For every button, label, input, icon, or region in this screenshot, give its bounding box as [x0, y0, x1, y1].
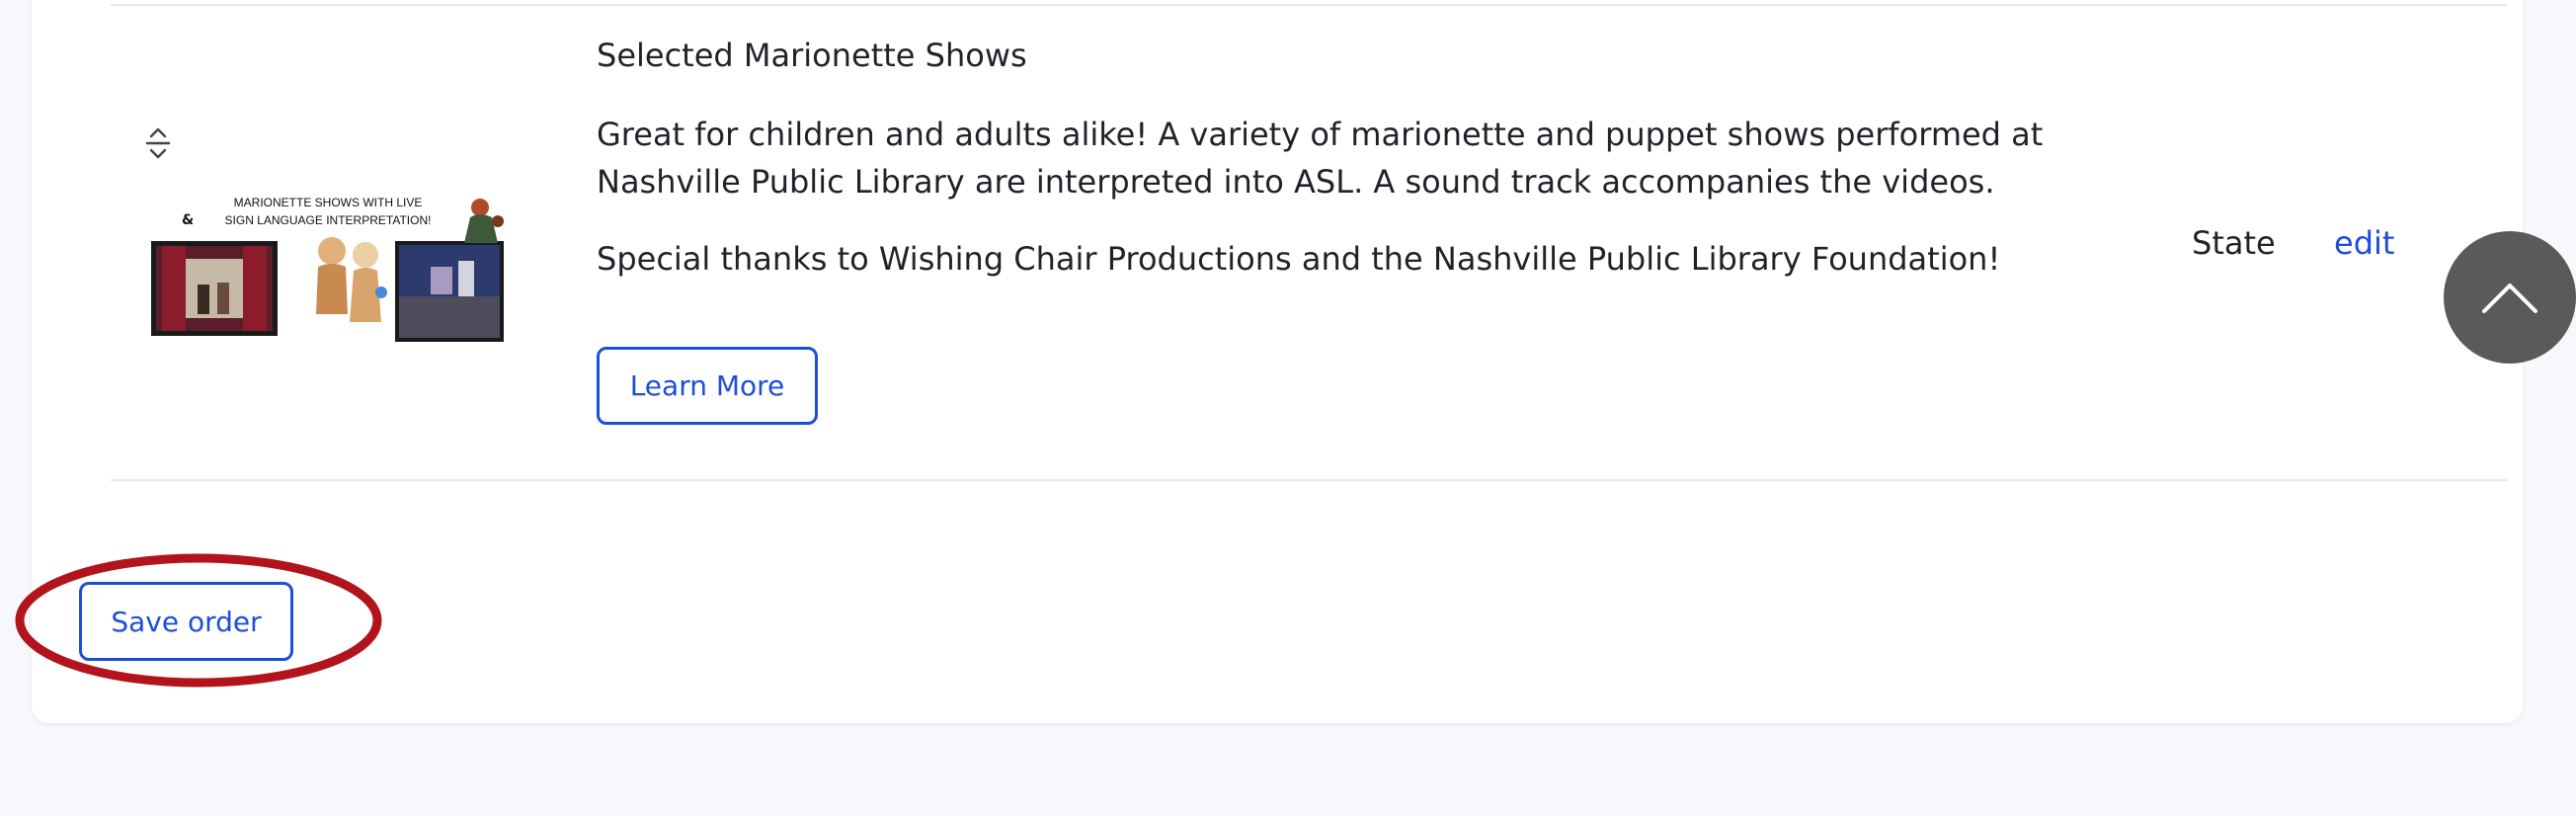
edit-link[interactable]: edit: [2334, 223, 2394, 263]
drag-handle-icon[interactable]: [142, 123, 174, 163]
state-label: State: [2192, 224, 2276, 262]
item-description: Great for children and adults alike! A v…: [597, 116, 2044, 201]
row-divider-bottom: [111, 479, 2507, 481]
thumbnail-caption-line2: SIGN LANGUAGE INTERPRETATION!: [225, 213, 432, 227]
svg-text:&: &: [182, 212, 194, 228]
item-thumbnail: MARIONETTE SHOWS WITH LIVE SIGN LANGUAGE…: [146, 188, 512, 346]
scroll-to-top-button[interactable]: [2444, 231, 2576, 364]
row-divider-top: [111, 4, 2507, 6]
item-title: Selected Marionette Shows: [597, 37, 1027, 74]
learn-more-button[interactable]: Learn More: [597, 347, 818, 425]
save-order-button[interactable]: Save order: [79, 582, 293, 661]
thumbnail-caption-line1: MARIONETTE SHOWS WITH LIVE: [234, 196, 423, 209]
item-thanks-note: Special thanks to Wishing Chair Producti…: [597, 240, 2001, 278]
content-card: MARIONETTE SHOWS WITH LIVE SIGN LANGUAGE…: [32, 0, 2523, 723]
chevron-up-icon: [2482, 284, 2537, 313]
